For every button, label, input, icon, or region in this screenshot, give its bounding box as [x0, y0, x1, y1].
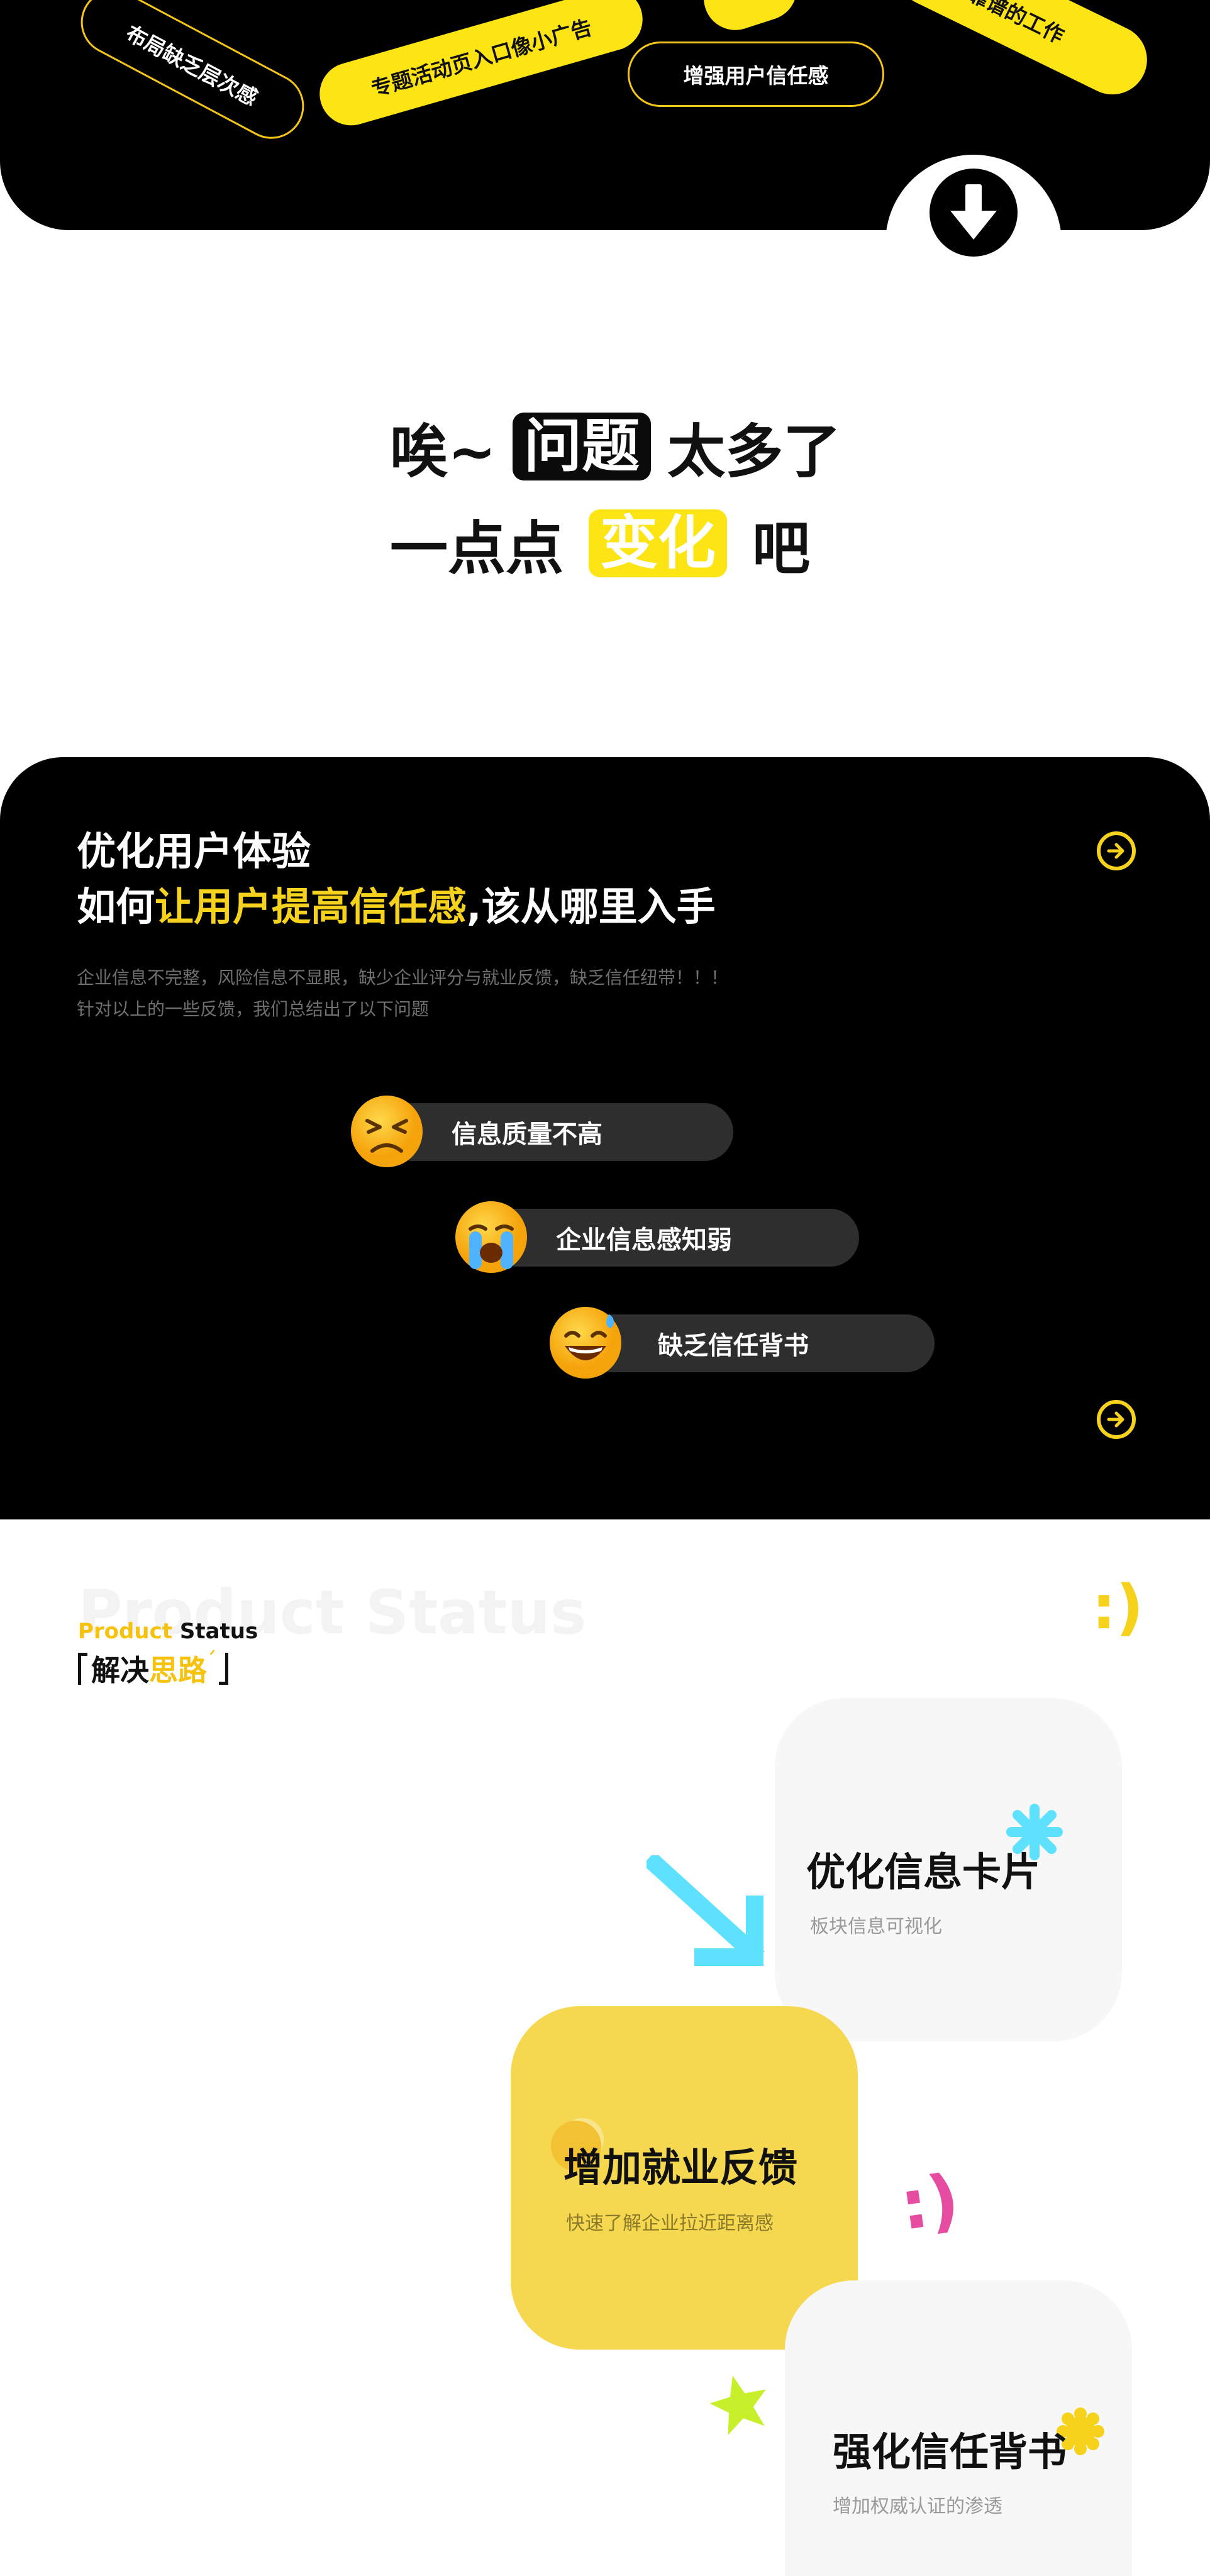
problem-item-label: 企业信息感知弱	[556, 1226, 732, 1255]
persevering-face-icon	[351, 1096, 423, 1167]
bracket-left-icon	[78, 1652, 87, 1685]
headline-highlight-yellow: 变化	[589, 509, 728, 577]
card-subtitle: 板块信息可视化	[810, 1911, 942, 1938]
arrow-down-icon	[950, 184, 997, 240]
card-title: 强化信任背书	[833, 2420, 1067, 2477]
arrow-right-circle-icon[interactable]	[1097, 831, 1136, 870]
card-title: 优化信息卡片	[806, 1840, 1040, 1897]
scroll-down-button[interactable]	[930, 169, 1018, 257]
title-text: 解决	[91, 1653, 149, 1687]
smiley-text: :)	[895, 2160, 964, 2246]
sparkle-icon: ᐟ	[209, 1648, 216, 1663]
smiley-decoration: :)	[1092, 1572, 1143, 1643]
section-title: 解决 思路 ᐟ	[78, 1648, 229, 1689]
section-label: Product Status	[78, 1619, 258, 1644]
card-subtitle-text: 增加权威认证的渗透	[833, 2496, 1002, 2518]
desc-line-2: 针对以上的一些反馈，我们总结出了以下问题	[77, 999, 430, 1019]
label-status: Status	[179, 1619, 258, 1644]
card-title-text: 强化信任背书	[833, 2429, 1067, 2475]
tag-user-trust: 增强用户信任感	[628, 42, 884, 107]
bracket-right-icon	[219, 1652, 229, 1685]
card-subtitle-text: 快速了解企业拉近距离感	[566, 2212, 774, 2235]
title-text: 如何	[77, 884, 155, 930]
smiley-decoration: :)	[896, 2160, 964, 2246]
title-line-1: 优化用户体验	[77, 828, 311, 874]
sweat-smile-face-icon	[550, 1307, 621, 1379]
card-title-text: 优化信息卡片	[806, 1849, 1041, 1895]
lime-star-icon	[709, 2375, 766, 2435]
problem-description: 企业信息不完整，风险信息不显眼，缺少企业评分与就业反馈，缺乏信任纽带！！！ 针对…	[77, 962, 728, 1025]
problem-item-label: 信息质量不高	[452, 1120, 602, 1149]
headline-highlight-black: 问题	[513, 413, 652, 480]
title-accent: 让用户提高信任感	[155, 884, 467, 930]
problem-item: 企业信息感知弱	[488, 1209, 859, 1267]
crying-face-icon	[455, 1201, 527, 1273]
headline-line-2: 一点点 变化 吧	[390, 507, 810, 582]
title-accent: 思路	[149, 1653, 207, 1687]
card-subtitle: 快速了解企业拉近距离感	[566, 2207, 774, 2235]
headline-text: 太多了	[667, 418, 841, 486]
arrow-right-circle-icon[interactable]	[1097, 1400, 1136, 1439]
problem-item: 缺乏信任背书	[584, 1314, 935, 1372]
card-subtitle: 增加权威认证的渗透	[833, 2490, 1002, 2518]
arrow-right-icon	[1107, 843, 1124, 859]
label-product: Product	[78, 1619, 172, 1644]
smiley-text: :)	[1092, 1572, 1144, 1643]
card-subtitle-text: 板块信息可视化	[810, 1916, 942, 1938]
headline-line-1: 唉~ 问题 太多了	[390, 410, 841, 486]
diagonal-arrow-icon	[647, 1855, 765, 1966]
title-text: ,该从哪里入手	[467, 884, 716, 930]
card-title-text: 增加就业反馈	[563, 2145, 798, 2190]
problem-item-label: 缺乏信任背书	[658, 1331, 809, 1360]
problem-title: 优化用户体验 如何让用户提高信任感,该从哪里入手	[77, 824, 716, 935]
card-title: 增加就业反馈	[563, 2136, 797, 2192]
desc-line-1: 企业信息不完整，风险信息不显眼，缺少企业评分与就业反馈，缺乏信任纽带！！！	[77, 967, 729, 988]
headline-text: 吧	[752, 514, 811, 582]
problem-item: 信息质量不高	[384, 1103, 733, 1161]
tag-label: 增强用户信任感	[683, 64, 829, 88]
arrow-right-icon	[1107, 1411, 1124, 1428]
headline-text: 一点点	[390, 514, 564, 582]
title-line-2: 如何让用户提高信任感,该从哪里入手	[77, 879, 716, 935]
headline-text: 唉~	[390, 418, 497, 486]
